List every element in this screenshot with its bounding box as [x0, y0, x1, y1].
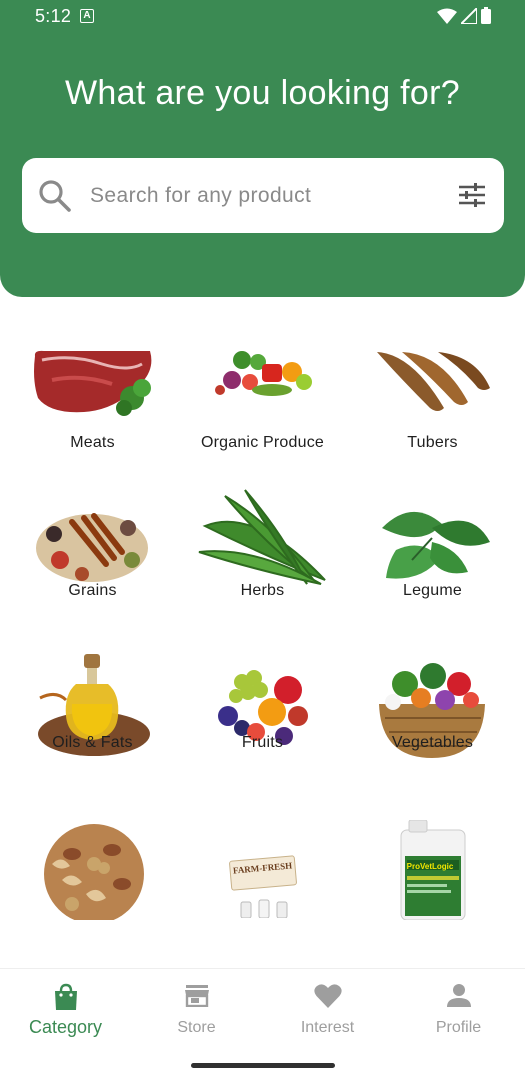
nav-profile[interactable]: Profile [393, 969, 524, 1049]
notification-icon: A [80, 9, 94, 23]
category-farm-fresh[interactable]: FARM-FRESH [175, 820, 350, 920]
category-oils-fats[interactable]: Oils & Fats [5, 650, 180, 820]
nav-interest[interactable]: Interest [262, 969, 393, 1049]
category-fruits[interactable]: Fruits [175, 650, 350, 820]
search-icon[interactable] [38, 179, 72, 213]
home-indicator[interactable] [191, 1063, 335, 1068]
nav-label: Store [177, 1019, 216, 1036]
category-herbs[interactable]: Herbs [175, 489, 350, 668]
category-label: Tubers [407, 434, 458, 451]
category-label: Legume [402, 582, 463, 599]
category-legume[interactable]: Legume [345, 498, 520, 668]
category-label: Meats [70, 434, 115, 451]
nav-label: Category [28, 1017, 103, 1037]
herbs-icon [198, 489, 326, 585]
category-label: Fruits [241, 734, 284, 751]
page-title: What are you looking for? [65, 74, 460, 112]
search-bar[interactable] [22, 158, 504, 233]
nav-store[interactable]: Store [131, 969, 262, 1049]
nuts-icon [44, 824, 144, 920]
category-label: Organic Produce [200, 434, 325, 451]
heart-icon [313, 984, 342, 1008]
category-meats[interactable]: Meats [5, 350, 180, 520]
nav-label: Profile [435, 1019, 482, 1036]
status-time: 5:12 [35, 6, 72, 26]
grains-icon [36, 513, 148, 582]
search-input[interactable] [90, 178, 450, 214]
category-vegetables[interactable]: Vegetables [345, 650, 520, 820]
category-tubers[interactable]: Tubers [345, 350, 520, 520]
category-label: Oils & Fats [52, 734, 133, 751]
nav-label: Interest [300, 1019, 355, 1036]
category-grains[interactable]: Grains [5, 498, 180, 668]
organic-produce-icon [215, 351, 312, 396]
wifi-icon [437, 8, 457, 24]
nav-category[interactable]: Category [0, 969, 131, 1049]
category-label: Herbs [240, 582, 285, 599]
farm-fresh-text: FARM-FRESH [232, 860, 293, 876]
battery-icon [481, 7, 491, 24]
category-provet[interactable]: ProVetLogic [345, 820, 520, 920]
category-grid: Meats Organic Produce Tubers Grains Herb… [0, 350, 525, 920]
shopping-bag-icon [54, 983, 77, 1010]
farm-fresh-sign: FARM-FRESH [228, 855, 298, 891]
category-label: Grains [68, 582, 117, 599]
category-label: Vegetables [391, 734, 474, 751]
tubers-icon [377, 352, 490, 411]
bottom-navigation: Category Store Interest Profile [0, 968, 525, 1080]
status-bar: 5:12 A [0, 0, 525, 34]
header: 5:12 A What are you looking for? [0, 0, 525, 297]
meat-icon [34, 350, 152, 416]
store-icon [184, 985, 209, 1007]
farm-fresh-milk-icon [240, 899, 288, 918]
person-icon [446, 984, 471, 1007]
filter-icon[interactable] [459, 183, 485, 207]
signal-icon [461, 7, 477, 24]
status-icons [437, 7, 491, 24]
category-nuts[interactable] [5, 820, 180, 920]
legume-icon [382, 511, 490, 579]
provet-label-text: ProVetLogic [406, 862, 454, 871]
